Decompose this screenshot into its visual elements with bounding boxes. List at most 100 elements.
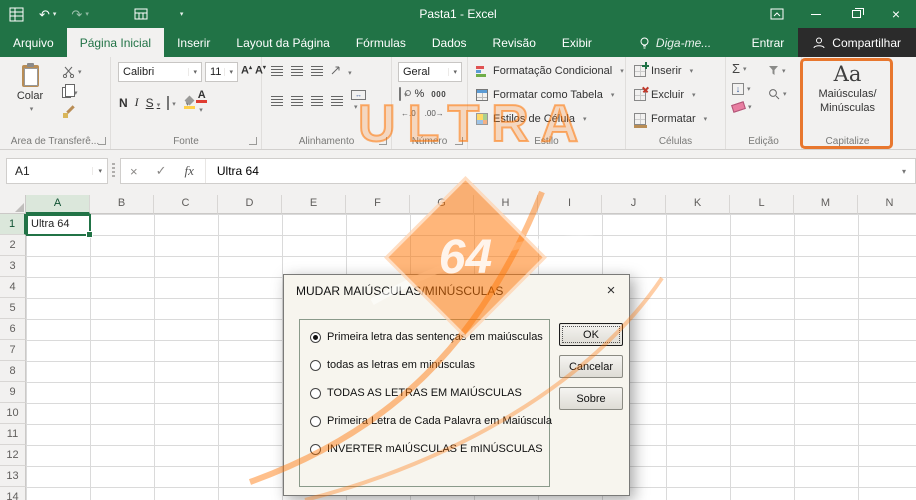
ribbon-tab[interactable]: Inserir: [164, 28, 223, 57]
redo-button[interactable]: ↷: [71, 8, 88, 21]
case-option-radio[interactable]: TODAS AS LETRAS EM MAIÚSCULAS: [310, 386, 522, 400]
number-dialog-launcher-icon[interactable]: [455, 137, 463, 145]
cancel-entry-button[interactable]: ×: [121, 164, 147, 179]
percent-style-button[interactable]: %: [415, 88, 425, 100]
row-header[interactable]: 12: [0, 445, 26, 466]
insert-function-button[interactable]: fx: [176, 163, 203, 179]
row-header[interactable]: 13: [0, 466, 26, 487]
column-header[interactable]: E: [282, 195, 346, 214]
column-header[interactable]: G: [410, 195, 474, 214]
italic-button[interactable]: I: [135, 95, 139, 110]
restore-button[interactable]: [836, 0, 876, 28]
row-header[interactable]: 7: [0, 340, 26, 361]
clear-button[interactable]: [731, 101, 752, 113]
bold-button[interactable]: N: [119, 96, 128, 110]
column-header[interactable]: F: [346, 195, 410, 214]
row-header[interactable]: 11: [0, 424, 26, 445]
underline-button[interactable]: S: [146, 96, 161, 110]
row-header[interactable]: 3: [0, 256, 26, 277]
column-header[interactable]: D: [218, 195, 282, 214]
borders-button[interactable]: [167, 95, 176, 110]
about-button[interactable]: Sobre: [559, 387, 623, 410]
ribbon-tab[interactable]: Layout da Página: [223, 28, 342, 57]
row-header[interactable]: 8: [0, 361, 26, 382]
column-header[interactable]: J: [602, 195, 666, 214]
fill-button[interactable]: ↓: [732, 83, 752, 95]
column-header[interactable]: L: [730, 195, 794, 214]
column-header[interactable]: H: [474, 195, 538, 214]
select-all-corner[interactable]: [0, 195, 26, 214]
column-header[interactable]: B: [90, 195, 154, 214]
enter-entry-button[interactable]: ✓: [147, 163, 176, 179]
find-select-button[interactable]: [768, 88, 787, 100]
align-right-icon[interactable]: [311, 96, 323, 106]
number-format-combo[interactable]: Geral: [398, 62, 462, 82]
ribbon-tab[interactable]: Fórmulas: [343, 28, 419, 57]
font-name-combo[interactable]: Calibri: [118, 62, 202, 82]
ribbon-tab[interactable]: Revisão: [480, 28, 549, 57]
comma-style-button[interactable]: 000: [431, 90, 446, 99]
ribbon-tab[interactable]: Exibir: [549, 28, 605, 57]
column-header[interactable]: K: [666, 195, 730, 214]
cell-styles-button[interactable]: Estilos de Célula: [476, 113, 586, 125]
font-size-combo[interactable]: 11: [205, 62, 238, 82]
decrease-indent-icon[interactable]: [331, 96, 343, 106]
case-option-radio[interactable]: todas as letras em minúsculas: [310, 358, 475, 372]
touch-mode-button[interactable]: [134, 8, 148, 20]
case-option-radio[interactable]: INVERTER mAIÚSCULAS E mINÚSCULAS: [310, 442, 543, 456]
column-header[interactable]: M: [794, 195, 858, 214]
expand-formula-bar-icon[interactable]: ▾: [902, 167, 915, 176]
row-header[interactable]: 14: [0, 487, 26, 500]
merge-center-button[interactable]: ↔: [351, 90, 366, 112]
align-left-icon[interactable]: [271, 96, 283, 106]
column-header[interactable]: C: [154, 195, 218, 214]
formula-input[interactable]: Ultra 64: [208, 164, 259, 178]
column-header[interactable]: N: [858, 195, 916, 214]
paste-button[interactable]: Colar: [8, 62, 52, 113]
font-color-button[interactable]: A: [196, 90, 208, 115]
dialog-close-button[interactable]: ×: [598, 279, 624, 301]
cancel-button[interactable]: Cancelar: [559, 355, 623, 378]
autosum-button[interactable]: Σ: [732, 62, 752, 75]
increase-font-size-button[interactable]: A: [241, 64, 252, 77]
ribbon-tab[interactable]: Arquivo: [0, 28, 67, 57]
orientation-button[interactable]: [331, 64, 352, 78]
format-as-table-button[interactable]: Formatar como Tabela: [476, 89, 614, 101]
column-header[interactable]: I: [538, 195, 602, 214]
sign-in-button[interactable]: Entrar: [738, 28, 799, 57]
share-button[interactable]: Compartilhar: [798, 28, 916, 57]
sort-filter-button[interactable]: [768, 65, 787, 76]
capitalize-button[interactable]: Aa Maiúsculas/ Minúsculas: [805, 61, 890, 115]
font-dialog-launcher-icon[interactable]: [249, 137, 257, 145]
dialog-title[interactable]: MUDAR MAIÚSCULAS/MINÚSCULAS: [296, 284, 503, 298]
ribbon-tab[interactable]: Dados: [419, 28, 480, 57]
cut-button[interactable]: [62, 66, 82, 78]
ribbon-tab[interactable]: Página Inicial: [66, 28, 165, 57]
customize-qat-button[interactable]: [177, 11, 184, 18]
conditional-formatting-button[interactable]: Formatação Condicional: [476, 65, 624, 77]
case-option-radio[interactable]: Primeira Letra de Cada Palavra em Maiúsc…: [310, 414, 552, 428]
ribbon-display-options-button[interactable]: [762, 0, 792, 28]
active-cell[interactable]: Ultra 64: [26, 214, 93, 238]
clipboard-dialog-launcher-icon[interactable]: [98, 137, 106, 145]
column-header[interactable]: A: [26, 195, 90, 214]
align-center-icon[interactable]: [291, 96, 303, 106]
excel-app-icon[interactable]: [9, 7, 24, 22]
name-box[interactable]: A1: [6, 158, 108, 184]
decrease-decimal-button[interactable]: .00→: [425, 109, 444, 118]
row-header[interactable]: 5: [0, 298, 26, 319]
delete-cells-button[interactable]: Excluir: [634, 89, 696, 101]
accounting-format-button[interactable]: [399, 87, 408, 101]
row-header[interactable]: 4: [0, 277, 26, 298]
row-header[interactable]: 2: [0, 235, 26, 256]
row-header[interactable]: 1: [0, 214, 26, 235]
case-option-radio[interactable]: Primeira letra das sentenças em maiúscul…: [310, 330, 543, 344]
align-middle-icon[interactable]: [291, 66, 303, 76]
align-bottom-icon[interactable]: [311, 66, 323, 76]
align-top-icon[interactable]: [271, 66, 283, 76]
close-button[interactable]: ×: [876, 0, 916, 28]
fill-color-button[interactable]: [183, 97, 190, 109]
formula-bar-grip[interactable]: [112, 163, 115, 179]
format-painter-button[interactable]: [62, 107, 82, 119]
format-cells-button[interactable]: Formatar: [634, 113, 707, 128]
